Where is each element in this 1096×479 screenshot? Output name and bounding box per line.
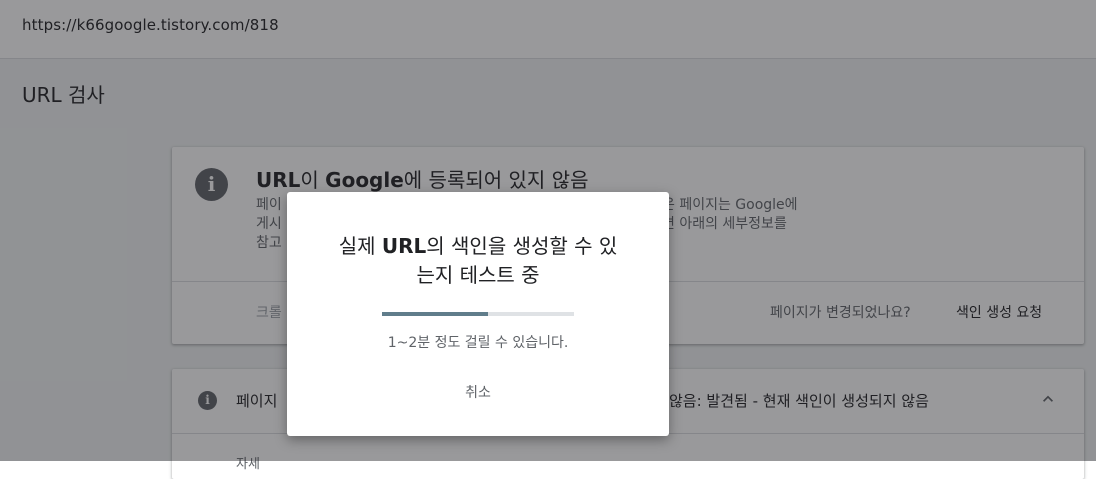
live-test-dialog: 실제 URL의 색인을 생성할 수 있는지 테스트 중 1~2분 정도 걸릴 수… — [287, 192, 669, 436]
page-background: https://k66google.tistory.com/818 URL 검사… — [0, 0, 1096, 479]
dialog-title-url: URL — [381, 234, 427, 258]
dialog-title-line2: 는지 테스트 중 — [416, 263, 540, 287]
dialog-title-prefix: 실제 — [338, 234, 382, 258]
progress-bar-fill — [382, 312, 488, 316]
cancel-button[interactable]: 취소 — [447, 379, 509, 407]
dialog-title: 실제 URL의 색인을 생성할 수 있는지 테스트 중 — [307, 232, 649, 290]
progress-bar — [382, 312, 574, 316]
dialog-duration-note: 1~2분 정도 걸릴 수 있습니다. — [387, 335, 569, 351]
dialog-title-line1-suffix: 의 색인을 생성할 수 있 — [426, 234, 618, 258]
